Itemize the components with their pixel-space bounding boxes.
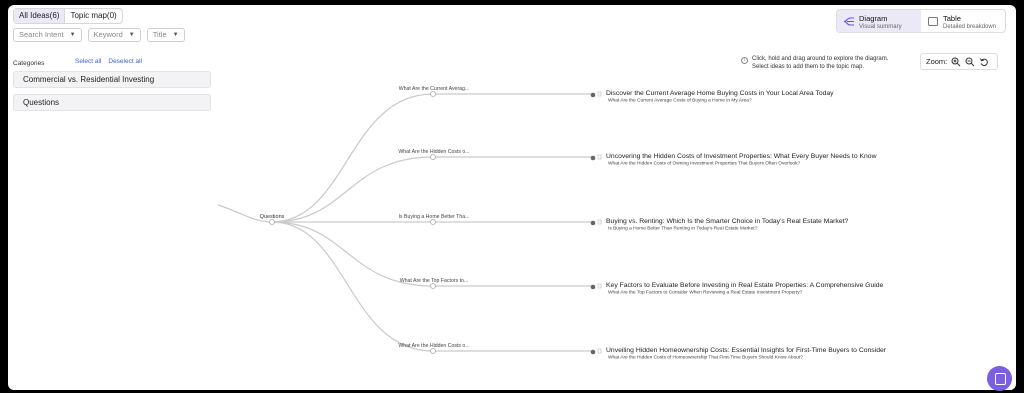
root-label: Questions (260, 214, 285, 220)
main-panel: All Ideas(6) Topic map(0) Search Intent … (8, 5, 1016, 390)
branch-connector (271, 221, 434, 287)
branch-node[interactable] (430, 348, 436, 354)
idea-diagram[interactable]: What Are the Current Averag... Discover t… (8, 5, 1016, 390)
idea-title[interactable]: Discover the Current Average Home Buying… (606, 90, 834, 97)
branch-node[interactable] (430, 283, 436, 289)
idea-title[interactable]: Key Factors to Evaluate Before Investing… (606, 282, 884, 289)
branch-label: What Are the Top Factors to... (400, 278, 469, 284)
idea-question: What Are the Current Average Costs of Bu… (608, 98, 752, 104)
branch-connector (271, 221, 434, 352)
idea-question: What Are the Top Factors to Consider Whe… (608, 290, 803, 296)
select-checkbox[interactable] (597, 219, 602, 225)
idea-question: What Are the Hidden Costs of Owning Inve… (608, 161, 800, 167)
chat-button[interactable] (987, 366, 1012, 391)
root-node[interactable] (269, 219, 275, 225)
branch-connector (271, 156, 434, 223)
branch-node[interactable] (430, 91, 436, 97)
idea-question: Is Buying a Home Better Than Renting in … (608, 226, 758, 232)
branch-node[interactable] (430, 154, 436, 160)
branch-label: What Are the Current Averag... (399, 86, 470, 92)
branch-label: What Are the Hidden Costs o... (398, 149, 469, 155)
leaf-node[interactable] (590, 349, 596, 355)
select-checkbox[interactable] (597, 283, 602, 289)
select-checkbox[interactable] (597, 91, 602, 97)
branch-label: What Are the Hidden Costs o... (398, 343, 469, 349)
select-checkbox[interactable] (597, 348, 602, 354)
leaf-node[interactable] (590, 155, 596, 161)
branch-connector (271, 93, 434, 223)
branch-node[interactable] (430, 219, 436, 225)
branch-label: Is Buying a Home Better Tha... (399, 214, 470, 220)
leaf-node[interactable] (590, 284, 596, 290)
idea-question: What Are the Hidden Costs of Homeownersh… (608, 355, 803, 361)
idea-title[interactable]: Buying vs. Renting: Which Is the Smarter… (606, 218, 849, 225)
idea-title[interactable]: Uncovering the Hidden Costs of Investmen… (606, 153, 877, 160)
leaf-node[interactable] (590, 92, 596, 98)
select-checkbox[interactable] (597, 154, 602, 160)
idea-title[interactable]: Unveiling Hidden Homeownership Costs: Es… (606, 347, 887, 354)
leaf-node[interactable] (590, 220, 596, 226)
